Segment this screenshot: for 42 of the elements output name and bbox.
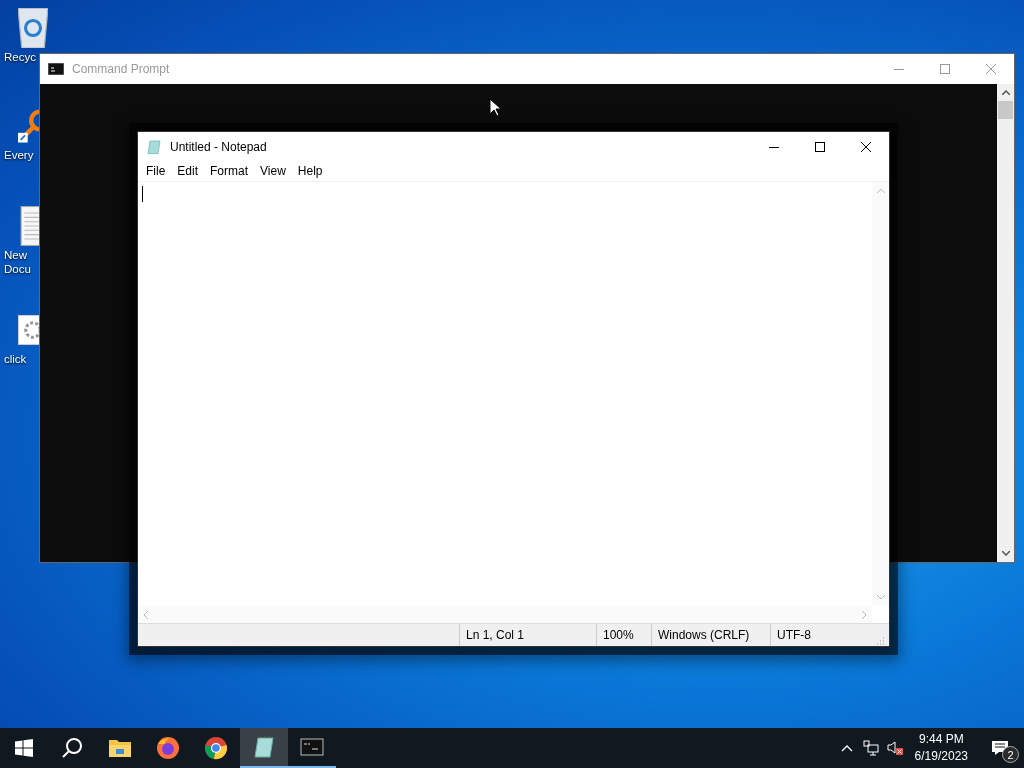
close-icon: [861, 141, 871, 152]
recycle-bin-icon: [18, 8, 48, 48]
desktop-icon-label[interactable]: Every: [4, 148, 34, 162]
scroll-right-icon[interactable]: [862, 610, 867, 619]
console-icon: [48, 63, 64, 75]
window-title: Command Prompt: [72, 62, 170, 76]
notepad-icon[interactable]: [252, 735, 276, 759]
status-text: UTF-8: [777, 628, 811, 642]
status-text: Windows (CRLF): [658, 628, 750, 642]
menu-item[interactable]: Help: [291, 162, 329, 180]
mouse-cursor-icon: [489, 98, 501, 117]
desktop-icon-label[interactable]: Recyc: [4, 50, 36, 64]
firefox-icon[interactable]: [156, 736, 180, 760]
menu-item[interactable]: Format: [204, 162, 255, 180]
menu-item[interactable]: View: [254, 162, 292, 180]
clock[interactable]: 9:44 PM 6/19/2023: [906, 731, 976, 765]
windows-logo-icon: [15, 739, 33, 757]
muted-speaker-icon[interactable]: [886, 740, 903, 756]
maximize-icon: [815, 141, 825, 152]
maximize-icon: [940, 64, 950, 74]
status-text: 100%: [603, 628, 634, 642]
search-icon: [61, 737, 83, 759]
status-text: Ln 1, Col 1: [466, 628, 525, 642]
desktop-icon-label[interactable]: click: [4, 352, 27, 366]
window-title: Untitled - Notepad: [170, 139, 267, 154]
scroll-up-icon[interactable]: [1001, 90, 1010, 95]
network-icon[interactable]: [862, 740, 879, 756]
horizontal-scrollbar[interactable]: [138, 606, 872, 623]
menu-item[interactable]: File: [140, 162, 172, 180]
scrollbar[interactable]: [997, 84, 1014, 562]
scroll-down-icon[interactable]: [1001, 551, 1010, 556]
console-icon[interactable]: [300, 735, 324, 759]
notification-count: 2: [1002, 746, 1019, 763]
menu-item[interactable]: Edit: [171, 162, 205, 180]
scroll-left-icon[interactable]: [143, 610, 148, 619]
scroll-thumb[interactable]: [998, 101, 1013, 119]
chrome-icon[interactable]: [204, 736, 228, 760]
desktop-icon-label[interactable]: New Docu: [4, 248, 31, 276]
notification-button[interactable]: 2: [976, 728, 1024, 768]
notepad-icon: [146, 138, 162, 155]
chevron-up-icon[interactable]: [840, 744, 853, 752]
close-icon: [986, 64, 996, 74]
